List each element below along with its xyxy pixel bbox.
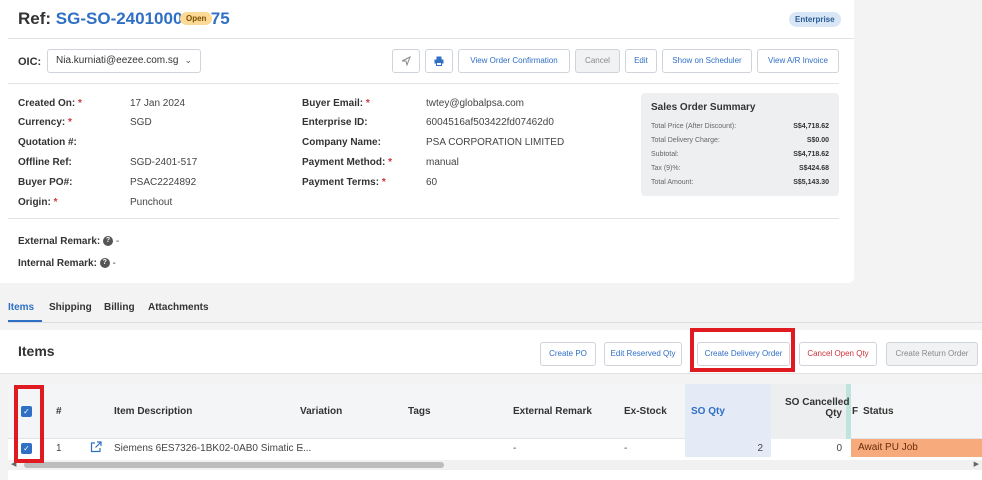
enterprise-badge: Enterprise [789, 12, 841, 27]
row-status: Await PU Job [851, 439, 982, 457]
summary-title: Sales Order Summary [651, 102, 756, 113]
scroll-right-icon[interactable]: ▶ [974, 460, 979, 470]
col-so-cancelled-qty[interactable]: SO Cancelled Qty [785, 397, 849, 419]
row-variation: - [300, 443, 304, 454]
help-icon[interactable]: ? [103, 236, 114, 247]
divider [8, 322, 982, 323]
create-delivery-order-button[interactable]: Create Delivery Order [697, 342, 790, 366]
show-on-scheduler-button[interactable]: Show on Scheduler [662, 49, 752, 73]
company-name-label: Company Name: [302, 137, 381, 148]
items-title: Items [18, 343, 55, 359]
col-num: # [56, 406, 62, 417]
sales-order-summary: Sales Order Summary Total Price (After D… [641, 93, 839, 196]
summary-row: Subtotal: S$4,718.62 [651, 151, 829, 158]
col-ex-stock[interactable]: Ex-Stock [624, 406, 667, 417]
tab-bar: Items Shipping Billing Attachments [0, 296, 982, 326]
column-divider [846, 384, 851, 439]
divider [8, 38, 854, 39]
external-link-icon[interactable] [90, 441, 102, 453]
edit-button[interactable]: Edit [625, 49, 657, 73]
col-so-qty[interactable]: SO Qty [691, 406, 725, 417]
payment-method-label: Payment Method: * [302, 157, 393, 168]
create-po-button[interactable]: Create PO [540, 342, 596, 366]
view-order-confirmation-button[interactable]: View Order Confirmation [458, 49, 570, 73]
col-f: F [852, 406, 859, 417]
cancel-open-qty-button[interactable]: Cancel Open Qty [799, 342, 877, 366]
col-item-description[interactable]: Item Description [114, 406, 192, 417]
view-ar-invoice-button[interactable]: View A/R Invoice [757, 49, 839, 73]
buyer-email-label: Buyer Email: * [302, 98, 370, 109]
company-name-value: PSA CORPORATION LIMITED [426, 137, 565, 148]
row-checkbox[interactable]: ✓ [21, 443, 32, 454]
created-on-value: 17 Jan 2024 [130, 98, 186, 109]
row-so-qty: 2 [757, 443, 763, 454]
col-status[interactable]: Status [863, 406, 894, 417]
edit-reserved-qty-button[interactable]: Edit Reserved Qty [604, 342, 682, 366]
summary-row: Total Delivery Charge: S$0.00 [651, 137, 829, 144]
payment-terms-value: 60 [426, 177, 438, 188]
print-icon [434, 56, 444, 66]
internal-remark-label: Internal Remark: ? - [18, 258, 116, 269]
scroll-left-icon[interactable]: ◀ [11, 460, 16, 470]
oic-select[interactable]: Nia.kurniati@eezee.com.sg ⌄ [47, 49, 201, 73]
buyer-email-value: twtey@globalpsa.com [426, 98, 524, 109]
row-ex-stock: - [624, 443, 628, 454]
internal-remark-value: - [112, 258, 116, 269]
currency-label: Currency: * [18, 117, 72, 128]
send-button[interactable] [392, 49, 420, 73]
scroll-thumb[interactable] [24, 462, 444, 468]
external-remark-label: External Remark: ? - [18, 236, 120, 247]
summary-row: Total Price (After Discount): S$4,718.62 [651, 123, 829, 130]
currency-value: SGD [130, 117, 152, 128]
origin-label: Origin: * [18, 197, 58, 208]
items-table: ✓ # Item Description Variation Tags Exte… [8, 384, 982, 480]
table-row[interactable]: ✓ 1 Siemens 6ES7326-1BK02-0AB0 Simatic E… [8, 439, 982, 457]
created-on-label: Created On: * [18, 98, 82, 109]
offline-ref-label: Offline Ref: [18, 157, 72, 168]
tab-shipping[interactable]: Shipping [49, 302, 92, 313]
create-return-order-button[interactable]: Create Return Order [886, 342, 978, 366]
enterprise-id-label: Enterprise ID: [302, 117, 368, 128]
offline-ref-value: SGD-2401-517 [130, 157, 198, 168]
send-icon [401, 55, 411, 67]
col-variation[interactable]: Variation [300, 406, 342, 417]
tab-billing[interactable]: Billing [104, 302, 135, 313]
status-badge: Open [180, 12, 213, 25]
external-remark-value: - [115, 236, 120, 247]
divider [8, 218, 839, 219]
divider [8, 83, 839, 84]
summary-row: Tax (9)%: S$424.68 [651, 165, 829, 172]
help-icon[interactable]: ? [99, 258, 110, 269]
items-header: Items Create PO Edit Reserved Qty Create… [0, 330, 982, 374]
buyer-po-label: Buyer PO#: [18, 177, 73, 188]
row-so-cancelled-qty: 0 [836, 443, 842, 454]
summary-row: Total Amount: S$5,143.30 [651, 179, 829, 186]
tab-items[interactable]: Items [8, 302, 34, 313]
enterprise-id-value: 6004516af503422fd07462d0 [426, 117, 554, 128]
oic-value: Nia.kurniati@eezee.com.sg [56, 55, 179, 66]
select-all-checkbox[interactable]: ✓ [21, 406, 32, 417]
quotation-label: Quotation #: [18, 137, 77, 148]
horizontal-scrollbar[interactable]: ◀ ▶ [8, 460, 982, 470]
chevron-down-icon: ⌄ [184, 55, 192, 65]
row-item-description: Siemens 6ES7326-1BK02-0AB0 Simatic E... [114, 443, 312, 454]
row-external-remark: - [513, 443, 517, 454]
col-external-remark[interactable]: External Remark [513, 406, 592, 417]
oic-label: OIC: [18, 56, 42, 68]
row-num: 1 [56, 443, 62, 454]
col-tags[interactable]: Tags [408, 406, 431, 417]
payment-terms-label: Payment Terms: * [302, 177, 386, 188]
payment-method-value: manual [426, 157, 459, 168]
cancel-button[interactable]: Cancel [575, 49, 620, 73]
tab-attachments[interactable]: Attachments [148, 302, 209, 313]
print-button[interactable] [425, 49, 453, 73]
order-details-card: Ref: SG-SO-240100005975 Open Enterprise … [0, 0, 854, 283]
origin-value: Punchout [130, 197, 173, 208]
buyer-po-value: PSAC2224892 [130, 177, 197, 188]
